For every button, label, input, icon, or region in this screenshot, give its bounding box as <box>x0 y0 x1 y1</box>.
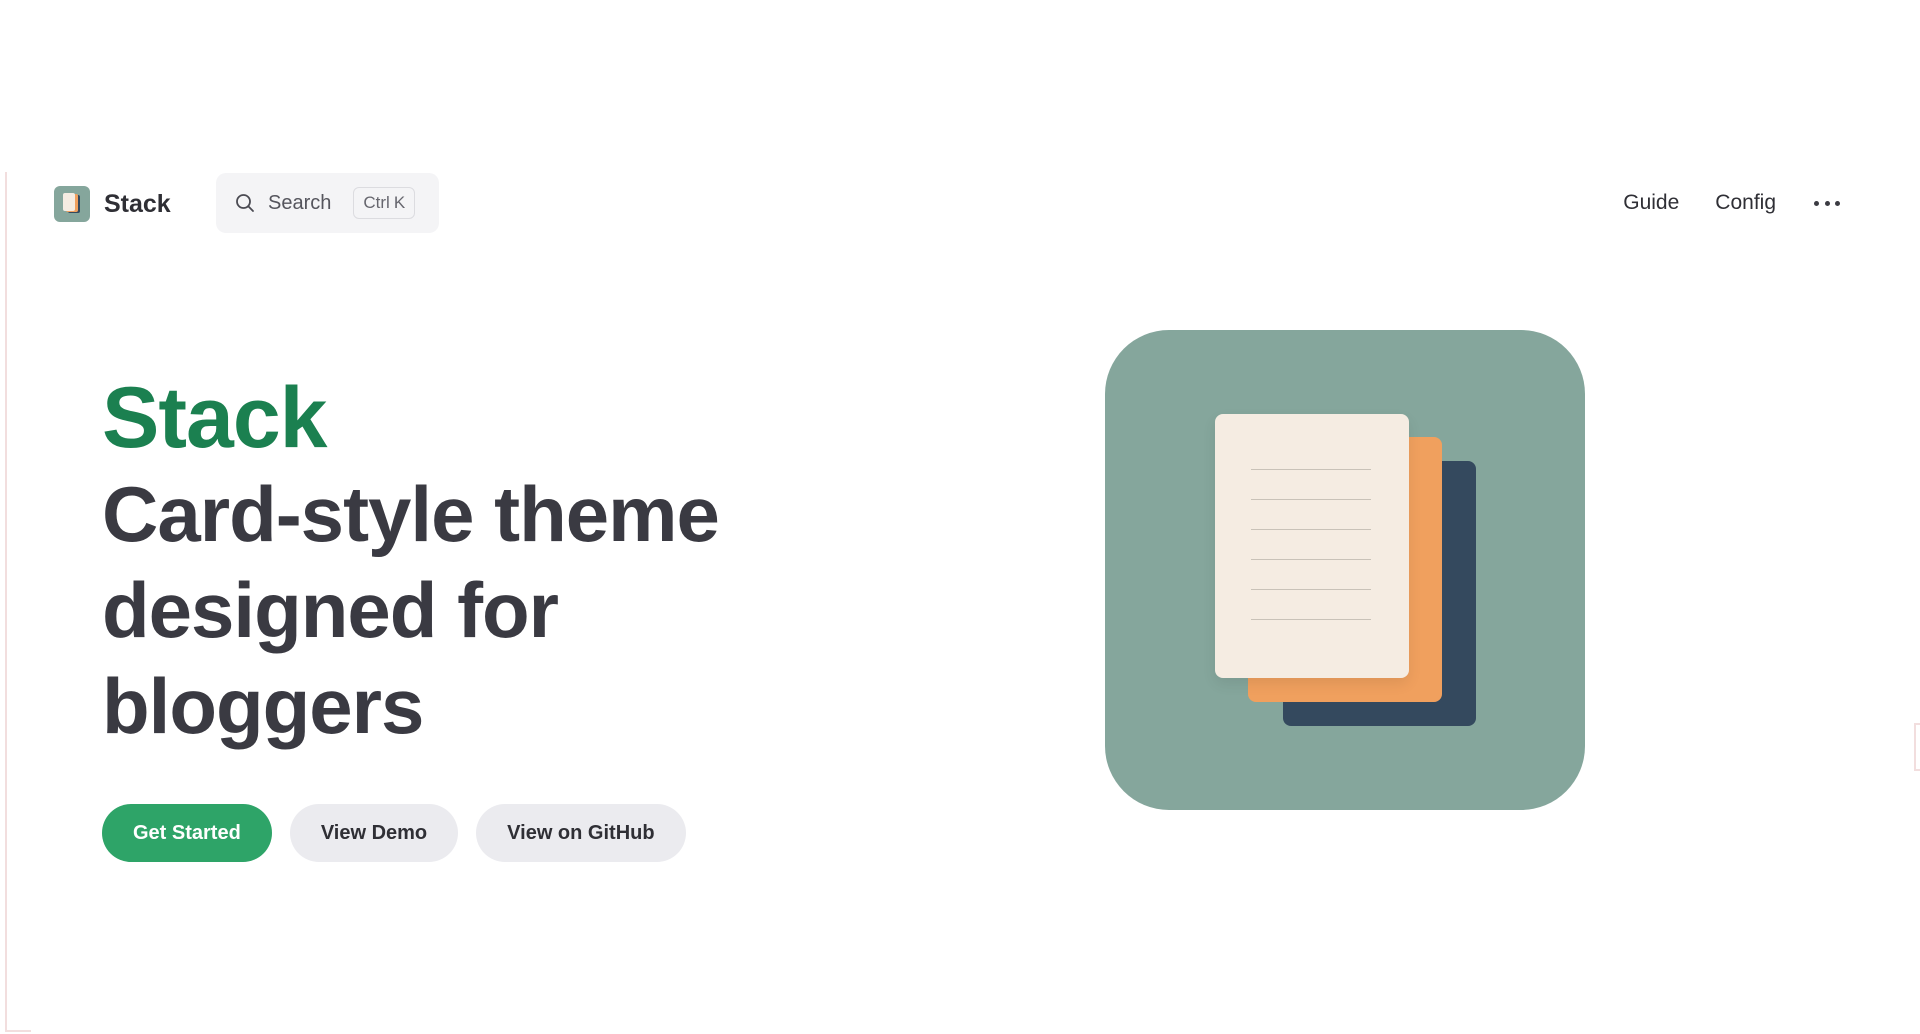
nav-link-config[interactable]: Config <box>1715 191 1776 215</box>
search-placeholder: Search <box>268 191 332 214</box>
page: Stack Search Ctrl K Guide Config Stack C… <box>0 0 1920 1034</box>
nav-link-guide[interactable]: Guide <box>1623 191 1679 215</box>
hero-heading: Stack Card-style theme designed for blog… <box>102 370 862 754</box>
hero-name: Stack <box>102 370 328 466</box>
search-button[interactable]: Search Ctrl K <box>216 173 439 233</box>
get-started-button[interactable]: Get Started <box>102 804 272 862</box>
stack-logo-icon <box>54 186 90 222</box>
frame-left-border <box>5 172 7 1030</box>
hero-tagline-line: bloggers <box>102 662 424 750</box>
frame-bottom-border <box>5 1030 31 1032</box>
paper-front <box>1215 414 1409 678</box>
nav-links: Guide Config <box>1587 172 1840 234</box>
view-demo-button[interactable]: View Demo <box>289 804 459 862</box>
hero-tagline-line: designed for <box>102 566 559 654</box>
top-nav: Stack Search Ctrl K Guide Config <box>0 172 1920 234</box>
search-shortcut: Ctrl K <box>353 187 416 219</box>
stacked-papers-icon <box>1105 330 1585 810</box>
brand-name: Stack <box>104 189 171 218</box>
search-icon <box>234 192 256 214</box>
view-on-github-button[interactable]: View on GitHub <box>476 804 686 862</box>
hero-tagline-line: Card-style theme <box>102 470 720 558</box>
shortcut-modifier: Ctrl <box>363 193 390 212</box>
ellipsis-icon[interactable] <box>1814 190 1840 216</box>
hero-tagline: Card-style theme designed for bloggers <box>102 466 862 754</box>
shortcut-key: K <box>393 193 406 212</box>
frame-right-notch <box>1914 723 1920 771</box>
brand-link[interactable]: Stack <box>54 186 171 222</box>
hero-actions: Get Started View Demo View on GitHub <box>102 804 686 862</box>
